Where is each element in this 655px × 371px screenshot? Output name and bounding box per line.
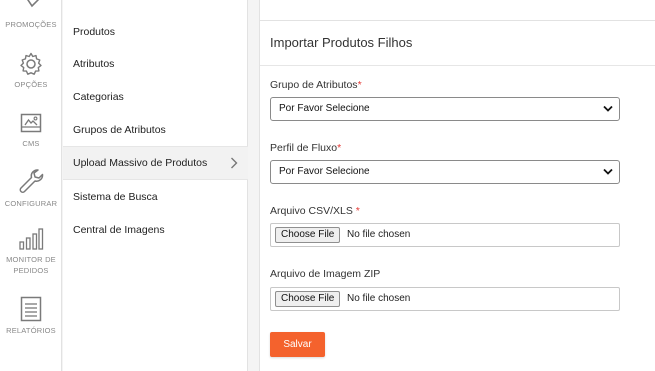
rail-label: MONITOR DE [6, 255, 56, 264]
select-value: Por Favor Selecione [279, 166, 370, 177]
field-label-text: Perfil de Fluxo [270, 142, 338, 154]
attribute-group-select[interactable]: Por Favor Selecione [270, 97, 620, 121]
tag-icon [27, 0, 40, 8]
workflow-profile-select[interactable]: Por Favor Selecione [270, 160, 620, 184]
csv-file-label: Arquivo CSV/XLS * [270, 205, 360, 217]
attribute-group-label: Grupo de Atributos* [270, 79, 362, 91]
submenu-item-produtos[interactable]: Produtos [63, 16, 248, 48]
submenu-item-central-imagens[interactable]: Central de Imagens [63, 214, 248, 246]
rail-item-relatorios[interactable]: RELATÓRIOS [0, 296, 62, 336]
rail-label: PROMOÇÕES [5, 20, 57, 29]
file-status-text: No file chosen [347, 293, 411, 304]
submenu-item-label: Grupos de Atributos [73, 124, 166, 136]
rail-item-promocoes[interactable]: PROMOÇÕES [0, 0, 62, 30]
csv-file-input: Choose File No file chosen [270, 223, 620, 247]
rail-label-line2: PEDIDOS [13, 266, 49, 275]
choose-file-button[interactable]: Choose File [275, 227, 341, 243]
save-button[interactable]: Salvar [270, 332, 325, 357]
rail-label: RELATÓRIOS [6, 326, 56, 335]
cms-image-icon [20, 113, 42, 133]
rail-label: OPÇÕES [14, 80, 48, 89]
field-label-text: Arquivo CSV/XLS [270, 205, 356, 217]
icon-rail: PROMOÇÕES OPÇÕES CMS CONFIGURAR MONITOR [0, 0, 62, 371]
chevron-right-icon [231, 157, 238, 169]
submenu-item-label: Central de Imagens [73, 224, 165, 236]
chevron-down-icon [603, 105, 613, 112]
report-list-icon [20, 296, 42, 322]
rail-item-opcoes[interactable]: OPÇÕES [0, 52, 62, 90]
file-status-text: No file chosen [347, 229, 411, 240]
submenu-item-sistema-busca[interactable]: Sistema de Busca [63, 181, 248, 213]
submenu-item-label: Atributos [73, 58, 115, 70]
rail-label: CMS [22, 139, 40, 148]
submenu-item-label: Sistema de Busca [73, 191, 158, 203]
divider [260, 20, 655, 21]
image-zip-input: Choose File No file chosen [270, 287, 620, 311]
field-label-text: Grupo de Atributos [270, 79, 358, 91]
rail-label: CONFIGURAR [4, 199, 58, 208]
submenu-item-label: Upload Massivo de Produtos [73, 157, 208, 169]
wrench-icon [19, 169, 44, 193]
rail-item-cms[interactable]: CMS [0, 111, 62, 149]
rail-item-configurar[interactable]: CONFIGURAR [0, 167, 62, 209]
catalog-submenu: Produtos Atributos Categorias Grupos de … [63, 0, 248, 371]
page-title: Importar Produtos Filhos [270, 35, 413, 50]
chevron-down-icon [603, 168, 613, 175]
workflow-profile-label: Perfil de Fluxo* [270, 142, 341, 154]
submenu-item-atributos[interactable]: Atributos [63, 48, 248, 80]
divider [260, 65, 655, 66]
gear-icon [20, 52, 42, 75]
required-marker: * [355, 205, 360, 217]
main-content: Importar Produtos Filhos Grupo de Atribu… [259, 0, 655, 371]
bar-chart-icon [19, 228, 44, 250]
submenu-item-label: Produtos [73, 26, 116, 38]
rail-item-monitor-pedidos[interactable]: MONITOR DE PEDIDOS [0, 227, 62, 276]
field-label-text: Arquivo de Imagem ZIP [270, 268, 381, 280]
submenu-item-categorias[interactable]: Categorias [63, 81, 248, 113]
required-marker: * [337, 142, 342, 154]
submenu-item-grupos-atributos[interactable]: Grupos de Atributos [63, 114, 248, 146]
select-value: Por Favor Selecione [279, 103, 370, 114]
required-marker: * [357, 79, 362, 91]
image-zip-label: Arquivo de Imagem ZIP [270, 268, 380, 280]
choose-file-button[interactable]: Choose File [275, 291, 341, 307]
submenu-item-upload-massivo[interactable]: Upload Massivo de Produtos [63, 146, 248, 180]
submenu-item-label: Categorias [73, 91, 124, 103]
